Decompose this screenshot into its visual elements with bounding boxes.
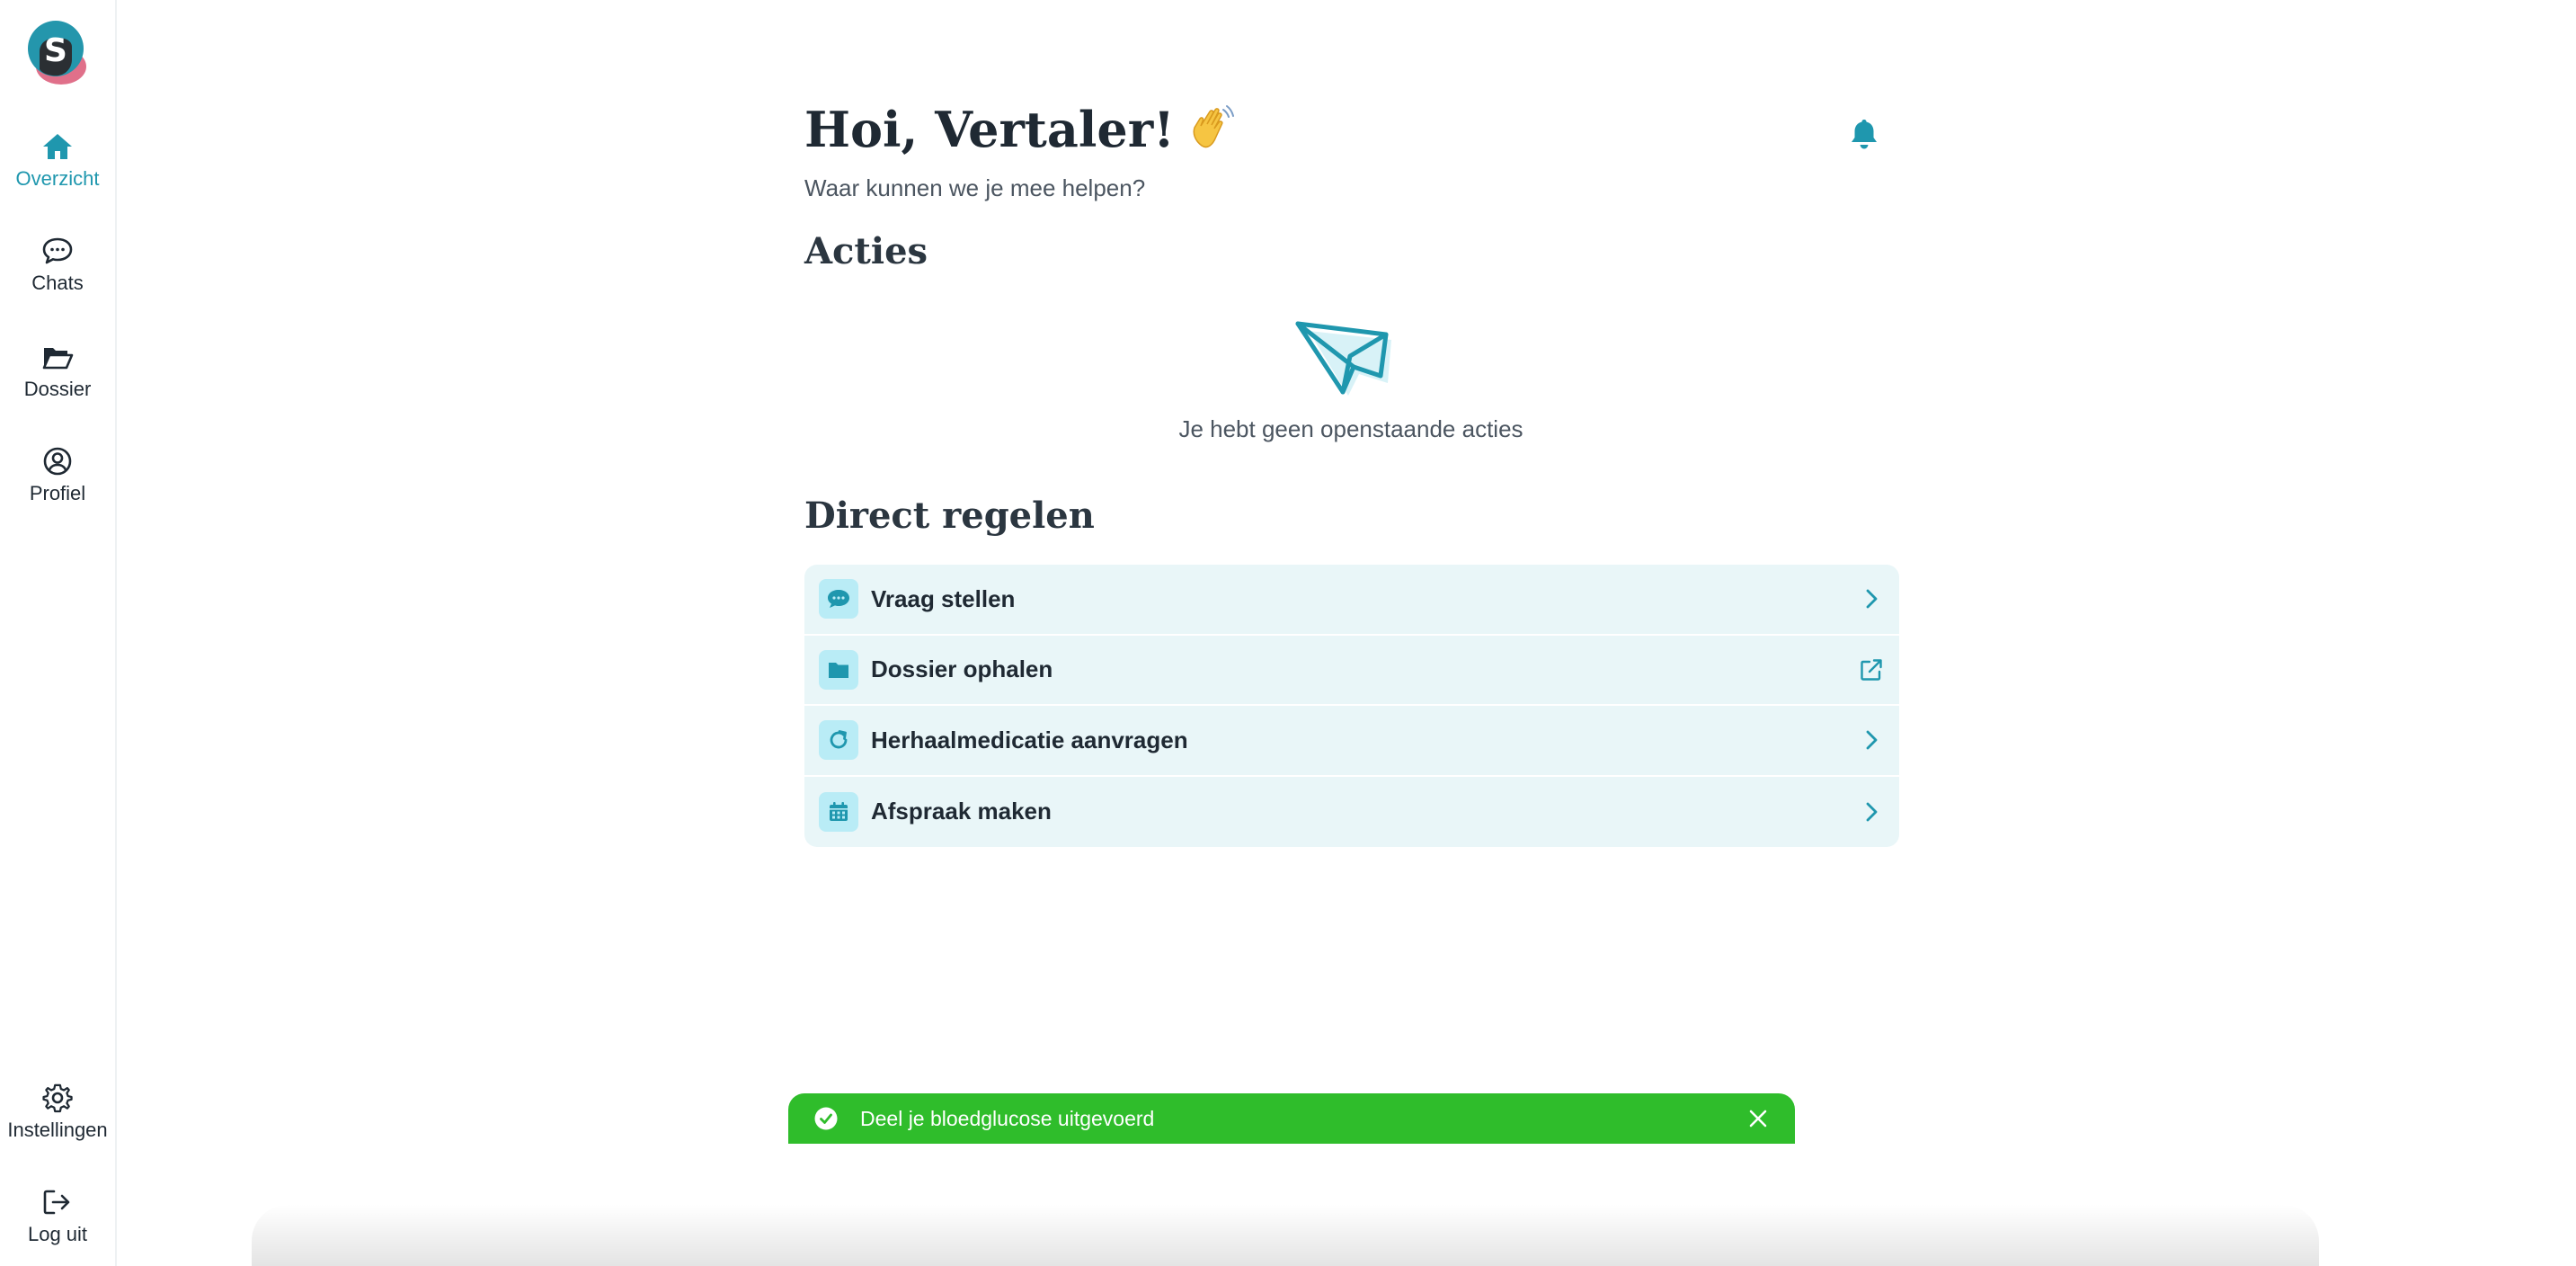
- chat-bubble-icon: [42, 237, 73, 264]
- home-icon: [43, 134, 72, 159]
- sidebar-item-chats[interactable]: Chats: [0, 236, 115, 295]
- paper-plane-icon: [1295, 321, 1391, 396]
- s-logo-icon[interactable]: S: [27, 20, 88, 86]
- sidebar-item-log-uit[interactable]: Log uit: [0, 1187, 115, 1246]
- check-circle-icon: [814, 1107, 838, 1130]
- sidebar: S Overzicht Chats Dossier Profiel Instel…: [0, 0, 117, 1266]
- greeting-text: Hoi, Vertaler!: [804, 101, 1175, 158]
- sidebar-item-label: Overzicht: [15, 167, 100, 190]
- toast-message: Deel je bloedglucose uitgevoerd: [860, 1106, 1155, 1130]
- action-vraag-stellen[interactable]: Vraag stellen: [804, 565, 1899, 636]
- external-link-icon: [1861, 659, 1882, 681]
- folder-open-icon: [42, 348, 74, 370]
- direct-regelen-heading: Direct regelen: [804, 495, 1095, 537]
- user-circle-icon: [43, 447, 72, 476]
- empty-actions-text: Je hebt geen openstaande acties: [1178, 415, 1523, 442]
- success-toast: Deel je bloedglucose uitgevoerd: [788, 1093, 1795, 1144]
- bottom-shadow: [252, 1205, 2319, 1266]
- action-afspraak-maken[interactable]: Afspraak maken: [804, 777, 1899, 848]
- sidebar-item-dossier[interactable]: Dossier: [0, 342, 115, 401]
- chevron-right-icon: [1866, 589, 1878, 609]
- bell-icon[interactable]: [1848, 117, 1880, 151]
- close-icon[interactable]: [1746, 1107, 1770, 1130]
- action-label: Vraag stellen: [871, 584, 1016, 612]
- sidebar-item-label: Log uit: [27, 1223, 88, 1245]
- chat-dots-icon: [819, 579, 858, 620]
- sidebar-item-label: Chats: [31, 272, 84, 294]
- sidebar-item-overzicht[interactable]: Overzicht: [0, 131, 115, 191]
- direct-actions-list: Vraag stellen Dossier ophalen Herhaalmed…: [804, 565, 1899, 847]
- waving-hand-icon: [1193, 105, 1234, 148]
- svg-text:S: S: [44, 32, 67, 69]
- sidebar-item-label: Instellingen: [7, 1119, 108, 1141]
- sidebar-item-label: Dossier: [23, 378, 92, 400]
- folder-icon: [819, 649, 858, 690]
- page-title: Hoi, Vertaler!: [804, 101, 1236, 158]
- chevron-right-icon: [1866, 802, 1878, 822]
- page-subtitle: Waar kunnen we je mee helpen?: [804, 174, 1146, 201]
- sidebar-item-instellingen[interactable]: Instellingen: [0, 1083, 115, 1142]
- logout-icon: [43, 1190, 70, 1215]
- gear-icon: [42, 1083, 73, 1113]
- sidebar-item-label: Profiel: [29, 482, 86, 504]
- action-herhaalmedicatie-aanvragen[interactable]: Herhaalmedicatie aanvragen: [804, 706, 1899, 777]
- action-label: Afspraak maken: [871, 798, 1052, 825]
- action-dossier-ophalen[interactable]: Dossier ophalen: [804, 636, 1899, 706]
- chevron-right-icon: [1866, 730, 1878, 750]
- refresh-icon: [819, 720, 858, 761]
- action-label: Herhaalmedicatie aanvragen: [871, 726, 1188, 753]
- acties-heading: Acties: [804, 230, 928, 272]
- calendar-icon: [819, 791, 858, 832]
- action-label: Dossier ophalen: [871, 655, 1053, 683]
- sidebar-item-profiel[interactable]: Profiel: [0, 446, 115, 505]
